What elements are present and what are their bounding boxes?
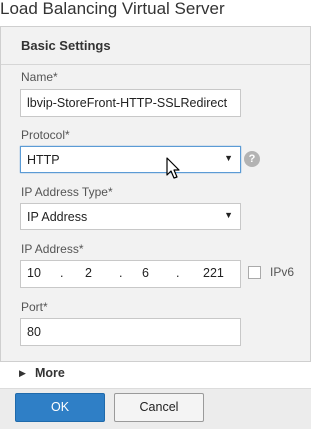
chevron-down-icon: ▼ [224,210,233,220]
more-toggle[interactable]: ▶ More [0,362,311,389]
name-input[interactable]: lbvip-StoreFront-HTTP-SSLRedirect [20,89,241,117]
ip-octet-3[interactable]: 6 [142,266,149,280]
ip-address-type-label: IP Address Type* [21,185,113,199]
ip-octet-1[interactable]: 10 [27,266,41,280]
panel-header: Basic Settings [1,27,310,65]
protocol-value: HTTP [27,153,60,167]
chevron-down-icon: ▼ [224,153,233,163]
more-label: More [35,366,65,380]
port-input[interactable]: 80 [20,318,241,346]
dialog-footer: OK Cancel [0,389,311,429]
port-value: 80 [27,325,41,339]
ip-octet-2[interactable]: 2 [85,266,92,280]
protocol-select[interactable]: HTTP ▼ [20,146,241,173]
mouse-pointer-icon [166,157,180,179]
ip-address-type-select[interactable]: IP Address ▼ [20,203,241,230]
name-label: Name* [21,70,58,84]
ipv6-label: IPv6 [270,265,295,279]
ip-separator: . [119,266,123,280]
cancel-button[interactable]: Cancel [114,393,204,422]
window-title: Load Balancing Virtual Server [0,0,225,18]
triangle-right-icon: ▶ [19,368,26,378]
ip-address-label: IP Address* [21,242,84,256]
name-value: lbvip-StoreFront-HTTP-SSLRedirect [27,96,228,110]
section-title: Basic Settings [21,38,111,53]
protocol-label: Protocol* [21,128,70,142]
ip-octet-4[interactable]: 221 [203,266,224,280]
help-icon[interactable]: ? [244,151,260,167]
ipv6-checkbox[interactable] [248,266,261,279]
port-label: Port* [21,300,48,314]
ip-address-type-value: IP Address [27,210,88,224]
ok-button[interactable]: OK [15,393,105,422]
ip-separator: . [60,266,64,280]
ip-separator: . [176,266,180,280]
